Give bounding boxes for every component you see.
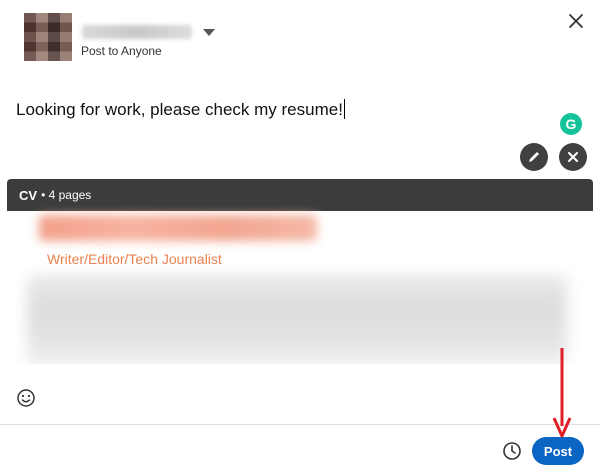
author-avatar xyxy=(24,13,72,61)
document-page-count: • 4 pages xyxy=(41,188,92,202)
audience-dropdown-chevron-icon[interactable] xyxy=(203,29,215,36)
post-button[interactable]: Post xyxy=(532,437,584,465)
red-arrow-annotation-icon xyxy=(552,348,572,438)
author-name-redacted xyxy=(82,25,192,39)
footer-divider xyxy=(0,424,600,425)
remove-attachment-button[interactable] xyxy=(559,143,587,171)
post-text-content: Looking for work, please check my resume… xyxy=(16,100,343,119)
document-title: CV xyxy=(19,187,38,203)
redacted-name-blur xyxy=(39,215,317,241)
text-caret xyxy=(343,99,345,119)
close-button[interactable] xyxy=(563,8,589,34)
document-attachment[interactable]: CV • 4 pages Writer/Editor/Tech Journali… xyxy=(7,179,593,364)
redacted-content-blur xyxy=(27,275,567,364)
post-text-editor[interactable]: Looking for work, please check my resume… xyxy=(16,99,345,120)
schedule-post-button[interactable] xyxy=(502,441,522,461)
document-header: CV • 4 pages xyxy=(7,179,593,211)
emoji-button[interactable] xyxy=(16,388,36,408)
document-page: Writer/Editor/Tech Journalist xyxy=(23,211,575,364)
smiley-icon xyxy=(17,389,35,407)
pencil-icon xyxy=(529,152,539,162)
close-icon xyxy=(569,14,583,28)
grammarly-glyph: G xyxy=(565,116,577,132)
document-role-text: Writer/Editor/Tech Journalist xyxy=(47,251,222,267)
grammarly-icon[interactable]: G xyxy=(560,113,582,135)
audience-label[interactable]: Post to Anyone xyxy=(81,44,162,58)
edit-attachment-button[interactable] xyxy=(520,143,548,171)
close-icon xyxy=(568,152,578,162)
document-preview: Writer/Editor/Tech Journalist xyxy=(7,211,593,364)
clock-icon xyxy=(503,442,521,460)
